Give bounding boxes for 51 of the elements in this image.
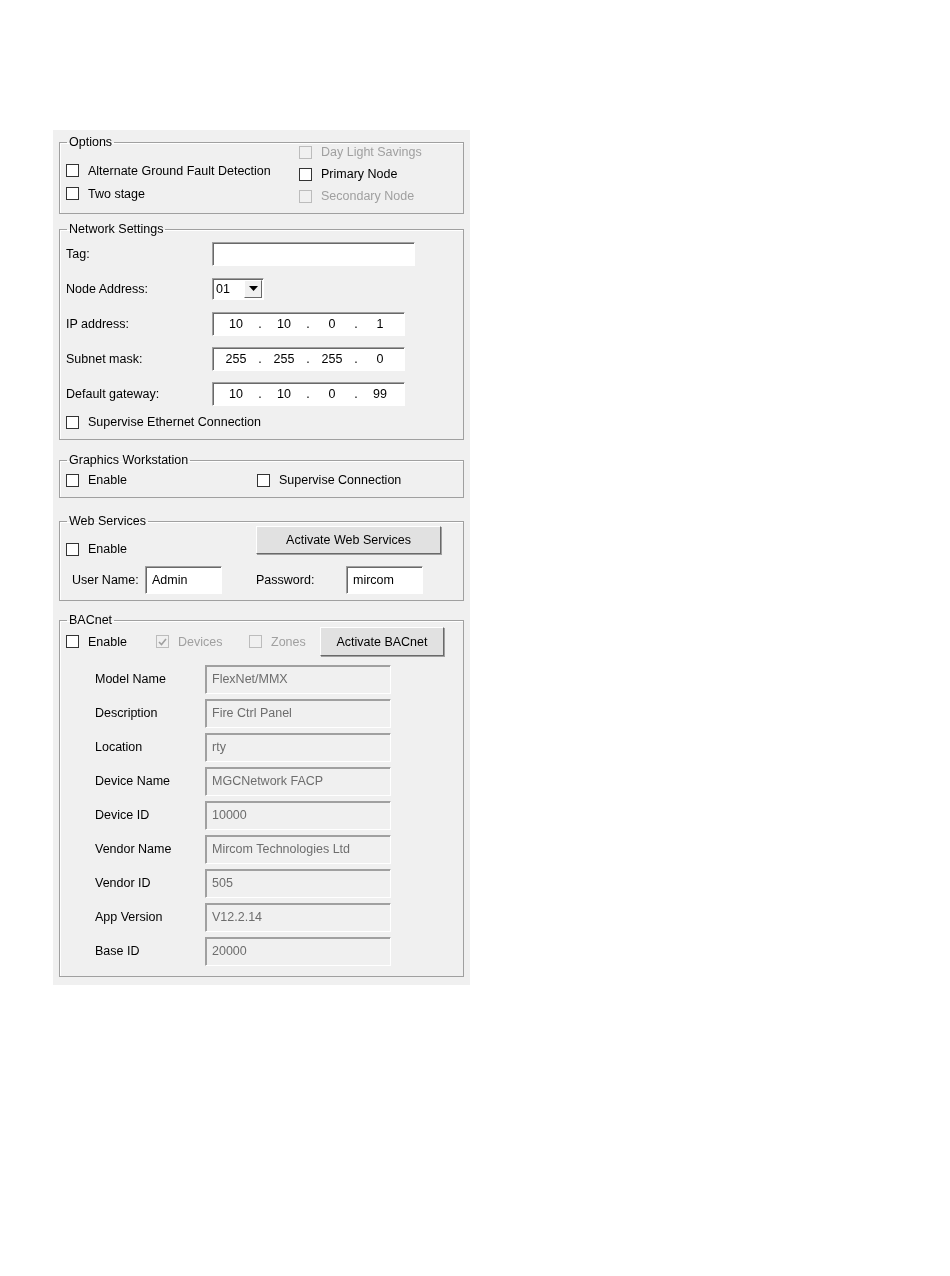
field-label: Location — [95, 740, 144, 754]
field-label: Subnet mask: — [66, 351, 144, 366]
field-label: Model Name — [95, 672, 167, 686]
checkbox[interactable] — [66, 542, 79, 556]
checkbox-label: Two stage — [88, 186, 145, 201]
node-address-dropdown[interactable]: 01 — [212, 277, 264, 300]
field-label: IP address: — [66, 316, 130, 331]
tag-field[interactable] — [212, 241, 415, 266]
field-label: Tag: — [66, 246, 91, 261]
checkbox-label: Enable — [88, 542, 127, 556]
checkbox[interactable] — [66, 187, 79, 200]
dropdown-arrow-icon — [248, 286, 258, 291]
group-title: Graphics Workstation — [68, 453, 190, 467]
checkbox[interactable] — [66, 415, 79, 429]
checkbox-label: Supervise Connection — [279, 473, 402, 487]
checkbox-label: Devices — [178, 634, 223, 649]
checkbox[interactable] — [66, 164, 79, 177]
checkbox-label: Primary Node — [321, 167, 398, 181]
field-label: Vendor Name — [95, 842, 173, 856]
checkbox-label: Supervise Ethernet Connection — [88, 415, 262, 429]
checkbox[interactable] — [257, 473, 270, 487]
activate-web-services-button[interactable]: Activate Web Services — [256, 526, 441, 554]
group-title: Options — [68, 135, 114, 149]
field-label: Password: — [256, 573, 316, 587]
password-field[interactable]: mircom — [346, 566, 423, 594]
field-label: Base ID — [95, 944, 141, 958]
field-label: Device ID — [95, 808, 151, 822]
ip-address-field[interactable]: 10 . 10 . 0 . 1 — [212, 311, 405, 336]
group-title: Network Settings — [68, 222, 165, 236]
group-title: BACnet — [68, 613, 114, 627]
ip-address-field[interactable]: 255 . 255 . 255 . 0 — [212, 346, 405, 371]
user-name-field[interactable]: Admin — [145, 566, 222, 594]
checkbox-label: Alternate Ground Fault Detection — [88, 163, 271, 178]
checkbox[interactable] — [66, 635, 79, 648]
field-label: Device Name — [95, 774, 172, 788]
checkbox-label: Enable — [88, 473, 127, 487]
checkbox-label: Enable — [88, 634, 127, 649]
checkbox-label: Secondary Node — [321, 189, 415, 203]
field-label: Default gateway: — [66, 386, 161, 401]
ip-address-field[interactable]: 10 . 10 . 0 . 99 — [212, 381, 405, 406]
checkbox-label: Zones — [271, 634, 306, 649]
checkbox[interactable] — [66, 473, 79, 487]
field-label: App Version — [95, 910, 164, 924]
field-label: User Name: — [71, 573, 140, 587]
activate-bacnet-button[interactable]: Activate BACnet — [320, 627, 444, 656]
field-label: Description — [95, 706, 159, 720]
field-label: Vendor ID — [95, 876, 152, 890]
group-title: Web Services — [68, 514, 147, 528]
checkbox[interactable] — [299, 167, 312, 181]
checkbox-label: Day Light Savings — [321, 145, 422, 159]
field-label: Node Address: — [66, 281, 149, 296]
